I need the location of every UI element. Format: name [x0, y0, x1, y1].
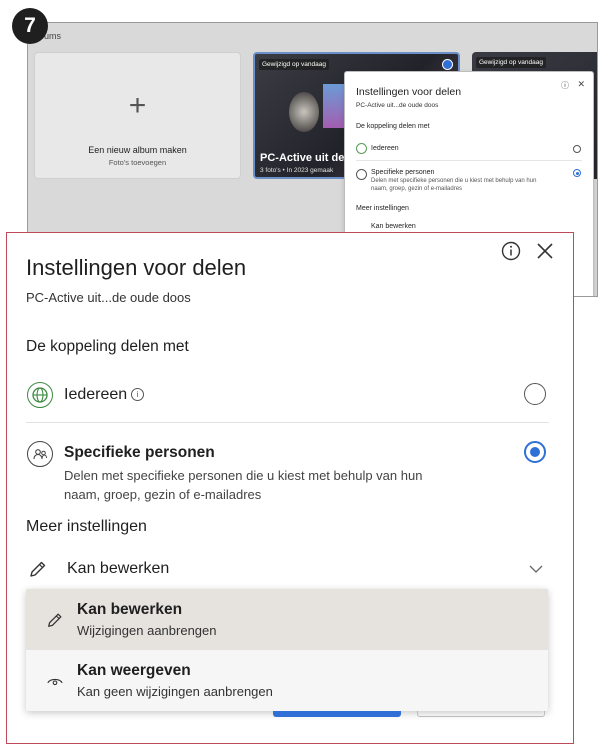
dropdown-item-can-view[interactable]: Kan weergeven Kan geen wijzigingen aanbr… [26, 650, 548, 711]
selected-check-icon[interactable] [442, 59, 453, 70]
pencil-icon [30, 561, 46, 577]
new-album-title: Een nieuw album maken [88, 145, 187, 155]
info-small-icon[interactable]: i [131, 388, 145, 402]
primary-button[interactable] [273, 711, 401, 717]
permission-current-label: Kan bewerken [67, 560, 170, 577]
permission-select[interactable]: Kan bewerken [26, 553, 549, 587]
dropdown-item-title: Kan weergeven [77, 662, 191, 679]
chevron-down-icon [529, 565, 543, 573]
specific-people-label[interactable]: Specifieke personen [64, 444, 215, 462]
panel-subtitle: PC-Active uit...de oude doos [26, 290, 191, 305]
option-divider [26, 422, 549, 423]
specific-people-radio[interactable] [524, 441, 546, 463]
panel-title: Instellingen voor delen [26, 255, 247, 280]
mini-panel-subtitle: PC-Active uit...de oude doos [356, 102, 439, 109]
everyone-option[interactable]: Iedereen i [64, 386, 145, 404]
info-icon[interactable] [501, 241, 521, 261]
eye-icon [47, 678, 63, 686]
mini-share-heading: De koppeling delen met [356, 123, 430, 130]
globe-icon [27, 382, 53, 408]
share-settings-panel: Instellingen voor delen PC-Active uit...… [6, 232, 574, 744]
dropdown-item-title: Kan bewerken [77, 601, 183, 618]
dropdown-item-desc: Wijzigingen aanbrengen [77, 623, 217, 638]
modified-badge: Gewijzigd op vandaag [259, 59, 329, 70]
album-meta: 3 foto's • In 2023 gemaak [260, 167, 334, 174]
mini-more-heading: Meer instellingen [356, 205, 409, 212]
mini-divider [356, 160, 582, 161]
everyone-radio[interactable] [524, 383, 546, 405]
mini-specific-desc-2: naam, groep, gezin of e-mailadres [371, 186, 463, 192]
mini-specific-desc-1: Delen met specifieke personen die u kies… [371, 178, 537, 184]
step-number-badge: 7 [12, 8, 48, 44]
more-settings-heading: Meer instellingen [26, 518, 147, 535]
mini-panel-title: Instellingen voor delen [356, 86, 462, 98]
mini-specific-radio[interactable] [573, 169, 581, 177]
plus-icon: + [128, 89, 147, 122]
close-icon[interactable] [535, 241, 555, 261]
specific-desc-line-1: Delen met specifieke personen die u kies… [64, 468, 423, 483]
dropdown-item-can-edit[interactable]: Kan bewerken Wijzigingen aanbrengen [26, 589, 548, 650]
new-album-card[interactable]: + Een nieuw album maken Foto's toevoegen [34, 52, 241, 179]
mini-globe-icon [356, 143, 367, 154]
specific-people-description: Delen met specifieke personen die u kies… [64, 466, 504, 504]
new-album-subtitle: Foto's toevoegen [108, 158, 167, 167]
mini-people-icon [356, 169, 367, 180]
specific-desc-line-2: naam, groep, gezin of e-mailadres [64, 487, 262, 502]
photo-lamp [289, 92, 319, 132]
mini-info-icon[interactable]: ⓘ [561, 80, 569, 91]
everyone-label: Iedereen [64, 386, 128, 403]
mini-permission-label[interactable]: Kan bewerken [371, 223, 416, 230]
people-icon [27, 441, 53, 467]
album-title: PC-Active uit de [260, 152, 345, 164]
share-heading: De koppeling delen met [26, 338, 189, 355]
secondary-button[interactable] [417, 711, 545, 717]
pencil-icon [48, 613, 62, 627]
modified-badge-2: Gewijzigd op vandaag [476, 57, 546, 68]
dropdown-item-desc: Kan geen wijzigingen aanbrengen [77, 684, 273, 699]
mini-specific-label: Specifieke personen [371, 169, 435, 176]
mini-everyone-radio[interactable] [573, 145, 581, 153]
mini-everyone-label: Iedereen [371, 145, 399, 152]
permission-dropdown: Kan bewerken Wijzigingen aanbrengen Kan … [26, 589, 548, 711]
mini-close-icon[interactable]: ✕ [577, 79, 585, 90]
